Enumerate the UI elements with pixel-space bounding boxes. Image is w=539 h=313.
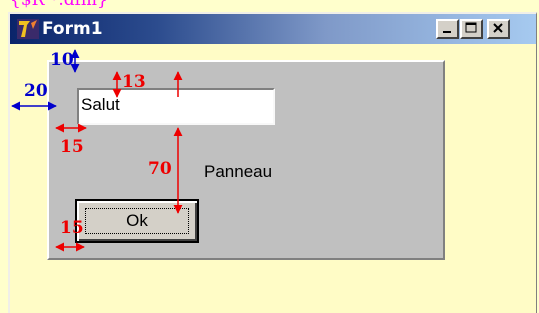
gap-label: 70 (148, 159, 172, 179)
edit-left-label: 15 (60, 137, 84, 157)
edit-top-label: 13 (122, 72, 146, 92)
form-top-label: 10 (50, 50, 74, 70)
button-left-label: 15 (60, 218, 84, 238)
form-left-label: 20 (24, 81, 48, 101)
